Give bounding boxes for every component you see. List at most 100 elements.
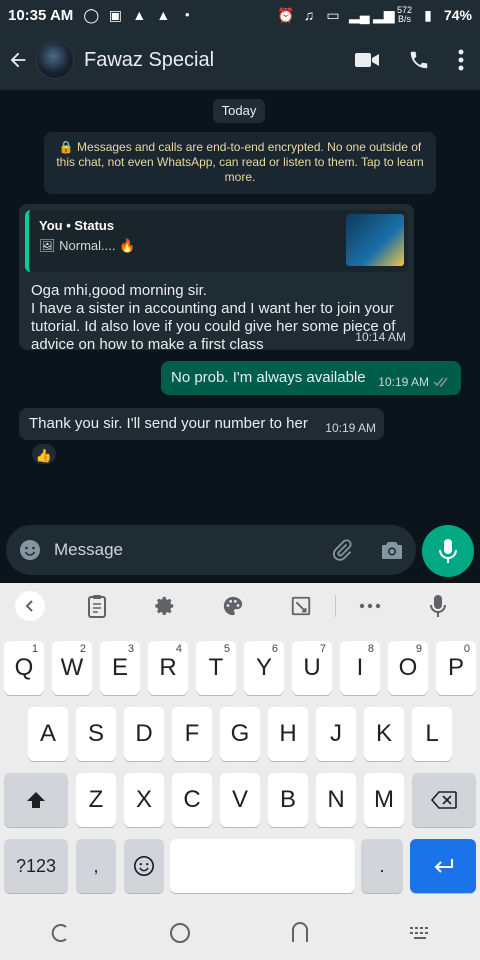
more-options-icon[interactable] (458, 49, 464, 71)
clipboard-icon (88, 595, 106, 618)
key-hint: 4 (175, 643, 182, 655)
back-icon[interactable] (289, 921, 311, 944)
backspace-key[interactable] (412, 773, 476, 827)
key-a[interactable]: A (28, 707, 68, 761)
encryption-notice[interactable]: 🔒 Messages and calls are end-to-end encr… (44, 132, 436, 194)
video-call-icon[interactable] (354, 50, 380, 70)
key-t[interactable]: 5T (196, 641, 236, 695)
key-d[interactable]: D (124, 707, 164, 761)
key-o[interactable]: 9O (388, 641, 428, 695)
voice-input-button[interactable] (404, 583, 472, 629)
net-speed-unit: B/s (397, 14, 411, 24)
key-hint: 9 (415, 643, 422, 655)
key-u[interactable]: 7U (292, 641, 332, 695)
settings-button[interactable] (131, 583, 199, 629)
key-hint: 7 (319, 643, 326, 655)
key-s[interactable]: S (76, 707, 116, 761)
key-y[interactable]: 6Y (244, 641, 284, 695)
key-label: Y (255, 654, 272, 681)
palette-icon (223, 596, 243, 616)
message-time: 10:14 AM (355, 330, 406, 344)
mic-button[interactable] (422, 525, 474, 577)
emoji-icon[interactable] (18, 538, 42, 562)
chat-area[interactable]: Today 🔒 Messages and calls are end-to-en… (0, 90, 480, 525)
symbols-key[interactable]: ?123 (4, 839, 68, 893)
key-v[interactable]: V (220, 773, 260, 827)
key-label: T (208, 654, 224, 681)
message-time: 10:19 AM (325, 421, 376, 435)
key-r[interactable]: 4R (148, 641, 188, 695)
message-text: Thank you sir. I'll send your number to … (29, 415, 308, 432)
handwriting-icon (291, 596, 311, 616)
key-w[interactable]: 2W (52, 641, 92, 695)
composer: Message (0, 525, 480, 583)
message-outgoing[interactable]: No prob. I'm always available 10:19 AM (161, 361, 461, 395)
key-g[interactable]: G (220, 707, 260, 761)
quoted-status[interactable]: You • Status 🖼 Normal.... 🔥 (25, 210, 408, 272)
enter-key[interactable] (410, 839, 476, 893)
headphones-icon: ♫ (303, 7, 315, 23)
opera-icon: ◯ (83, 7, 100, 23)
handwriting-button[interactable] (267, 583, 335, 629)
key-h[interactable]: H (268, 707, 308, 761)
back-button[interactable] (0, 30, 36, 90)
avatar[interactable] (36, 41, 74, 79)
key-k[interactable]: K (364, 707, 404, 761)
key-i[interactable]: 8I (340, 641, 380, 695)
enter-icon (434, 859, 453, 873)
vibrate-icon: ▭ (326, 7, 340, 23)
camera-icon[interactable] (380, 539, 404, 561)
voice-call-icon[interactable] (408, 49, 430, 71)
key-label: I (356, 654, 364, 681)
collapse-button[interactable] (15, 591, 45, 621)
emoji-icon (134, 856, 154, 876)
keyboard-switch-icon[interactable] (409, 925, 431, 941)
backspace-icon (431, 791, 457, 809)
gallery-icon: ▣ (108, 7, 122, 23)
message-incoming[interactable]: You • Status 🖼 Normal.... 🔥 Oga mhi,good… (19, 204, 414, 353)
key-b[interactable]: B (268, 773, 308, 827)
warning-icon: ▲ (156, 7, 171, 23)
clipboard-button[interactable] (63, 583, 131, 629)
battery-level: 74% (443, 7, 472, 23)
dot-icon: ● (184, 10, 190, 19)
key-f[interactable]: F (172, 707, 212, 761)
period-key[interactable]: . (361, 839, 403, 893)
key-l[interactable]: L (412, 707, 452, 761)
quote-author: You • Status (39, 218, 115, 233)
key-m[interactable]: M (364, 773, 404, 827)
quote-text: 🖼 Normal.... 🔥 (39, 238, 136, 253)
attach-icon[interactable] (330, 538, 354, 562)
key-p[interactable]: 0P (436, 641, 476, 695)
key-z[interactable]: Z (76, 773, 116, 827)
status-thumbnail (346, 214, 404, 266)
home-icon[interactable] (169, 922, 191, 944)
key-j[interactable]: J (316, 707, 356, 761)
double-check-icon (433, 377, 448, 388)
key-x[interactable]: X (124, 773, 164, 827)
more-tools-button[interactable] (336, 583, 404, 629)
keyboard: 1Q 2W 3E 4R 5T 6Y 7U 8I 9O 0P A S D F G … (0, 583, 480, 905)
key-c[interactable]: C (172, 773, 212, 827)
message-input[interactable]: Message (6, 525, 416, 575)
space-key[interactable] (170, 839, 355, 893)
key-hint: 5 (223, 643, 230, 655)
status-time: 10:35 AM (8, 6, 74, 24)
recents-icon[interactable] (49, 922, 71, 944)
message-text: No prob. I'm always available (171, 369, 366, 386)
key-label: W (60, 654, 84, 681)
key-label: E (111, 654, 128, 681)
contact-name[interactable]: Fawaz Special (84, 49, 354, 72)
key-q[interactable]: 1Q (4, 641, 44, 695)
theme-button[interactable] (199, 583, 267, 629)
key-label: Q (14, 654, 34, 681)
key-e[interactable]: 3E (100, 641, 140, 695)
key-hint: 6 (271, 643, 278, 655)
message-text: Oga mhi,good morning sir. I have a siste… (31, 282, 396, 353)
emoji-key[interactable] (124, 839, 164, 893)
message-incoming[interactable]: Thank you sir. I'll send your number to … (19, 408, 384, 440)
shift-key[interactable] (4, 773, 68, 827)
comma-key[interactable]: , (76, 839, 116, 893)
key-n[interactable]: N (316, 773, 356, 827)
reaction-badge[interactable]: 👍 (30, 442, 58, 466)
